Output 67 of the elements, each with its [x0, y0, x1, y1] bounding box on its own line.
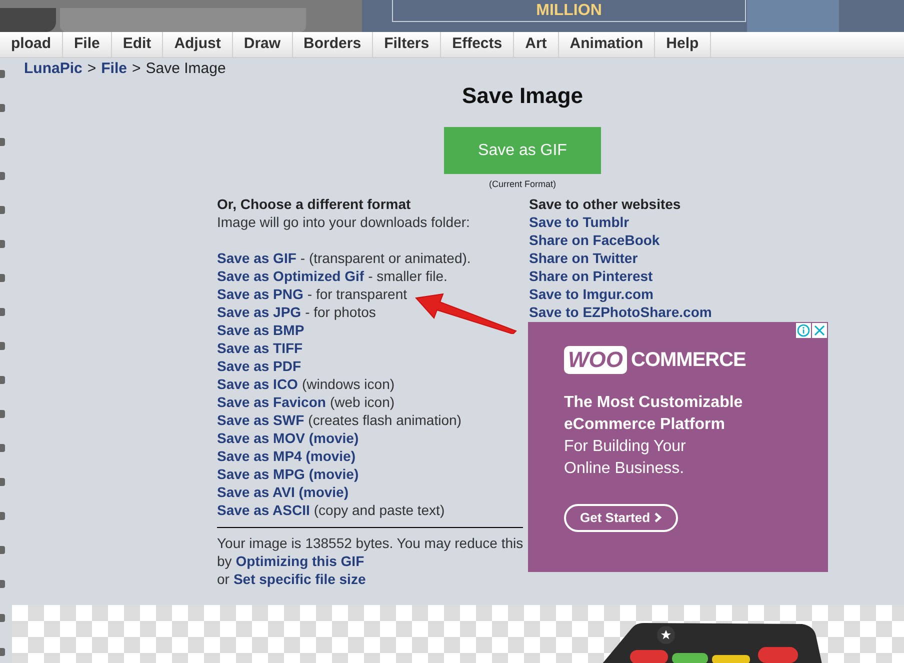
size-info-text: by	[217, 552, 232, 570]
menu-item[interactable]: Art	[514, 32, 559, 57]
logo-badge: WOO	[564, 346, 627, 374]
optimize-link[interactable]: Optimizing this GIF	[236, 552, 364, 570]
size-info-text: Your image is 138552 bytes. You may reduce this	[217, 534, 523, 552]
section-heading: Save to other websites	[529, 194, 682, 212]
logo-graphic	[0, 8, 56, 32]
banner-text: MILLION	[536, 1, 602, 21]
format-link[interactable]: Save as JPG	[217, 302, 302, 320]
menu-item[interactable]: Filters	[373, 32, 442, 57]
breadcrumb-link[interactable]: File	[101, 60, 127, 78]
size-info-text: or	[217, 570, 230, 588]
share-link[interactable]: Save to EZPhotoShare.com	[529, 302, 828, 320]
format-note: - for photos	[305, 302, 376, 320]
current-format-note: (Current Format)	[488, 178, 556, 191]
ad-panel[interactable]: WOO COMMERCE The Most Customizable eCommerce Platform For Building Your Online Business. Get Started	[528, 322, 828, 572]
menu-item[interactable]: Edit	[112, 32, 164, 57]
ad-headline: The Most Customizable eCommerce Platform	[564, 392, 744, 434]
format-link[interactable]: Save as GIF	[217, 248, 296, 266]
breadcrumb-separator: >	[87, 60, 96, 78]
format-note: (web icon)	[330, 392, 395, 410]
menu-item[interactable]: Draw	[232, 32, 293, 57]
menu-item[interactable]: Effects	[441, 32, 514, 57]
format-link[interactable]: Save as ASCII	[217, 500, 310, 518]
format-link[interactable]: Save as MOV (movie)	[217, 428, 359, 446]
get-started-button[interactable]: Get Started	[564, 504, 678, 532]
menu-item[interactable]: Adjust	[163, 32, 233, 57]
format-note: - (transparent or animated).	[300, 248, 471, 266]
format-link[interactable]: Save as Favicon	[217, 392, 326, 410]
share-link[interactable]: Save to Tumblr	[529, 212, 828, 230]
section-subheading: Image will go into your downloads folder:	[217, 212, 471, 230]
format-note: - smaller file.	[368, 266, 448, 284]
format-link[interactable]: Save as AVI (movie)	[217, 482, 349, 500]
format-link[interactable]: Save as ICO	[217, 374, 298, 392]
breadcrumb-link[interactable]: LunaPic	[24, 60, 82, 78]
share-link[interactable]: Share on Twitter	[529, 248, 828, 266]
format-link[interactable]: Save as PDF	[217, 356, 302, 374]
close-icon[interactable]	[812, 322, 827, 338]
menu-item[interactable]: Borders	[292, 32, 374, 57]
menu-item[interactable]: pload	[0, 32, 63, 57]
info-icon[interactable]	[796, 322, 811, 338]
format-link[interactable]: Save as SWF	[217, 410, 304, 428]
chevron-icon	[654, 512, 662, 523]
menu-item[interactable]: Help	[655, 32, 711, 57]
format-link[interactable]: Save as MP4 (movie)	[217, 446, 356, 464]
share-link[interactable]: Save to Imgur.com	[529, 284, 828, 302]
format-link[interactable]: Save as PNG	[217, 284, 304, 302]
section-heading: Or, Choose a different format	[217, 194, 412, 212]
format-note: (windows icon)	[302, 374, 395, 392]
menu-item[interactable]: File	[63, 32, 112, 57]
format-note: - for transparent	[307, 284, 407, 302]
breadcrumb-separator: >	[132, 60, 141, 78]
format-link[interactable]: Save as Optimized Gif	[217, 266, 364, 284]
share-link[interactable]: Share on FaceBook	[529, 230, 828, 248]
banner-ad[interactable]: MILLION	[362, 0, 904, 32]
ad-body-text: For Building Your Online Business.	[564, 436, 687, 478]
page-title: Save Image	[462, 82, 584, 110]
share-link[interactable]: Share on Pinterest	[529, 266, 828, 284]
logo-text: COMMERCE	[631, 350, 746, 368]
format-link[interactable]: Save as MPG (movie)	[217, 464, 359, 482]
format-note: (copy and paste text)	[314, 500, 445, 518]
menu-item[interactable]: Animation	[558, 32, 656, 57]
file-size-link[interactable]: Set specific file size	[233, 570, 366, 588]
breadcrumb-current: Save Image	[146, 60, 226, 78]
format-note: (creates flash animation)	[308, 410, 462, 428]
format-link[interactable]: Save as BMP	[217, 320, 304, 338]
format-link[interactable]: Save as TIFF	[217, 338, 303, 356]
